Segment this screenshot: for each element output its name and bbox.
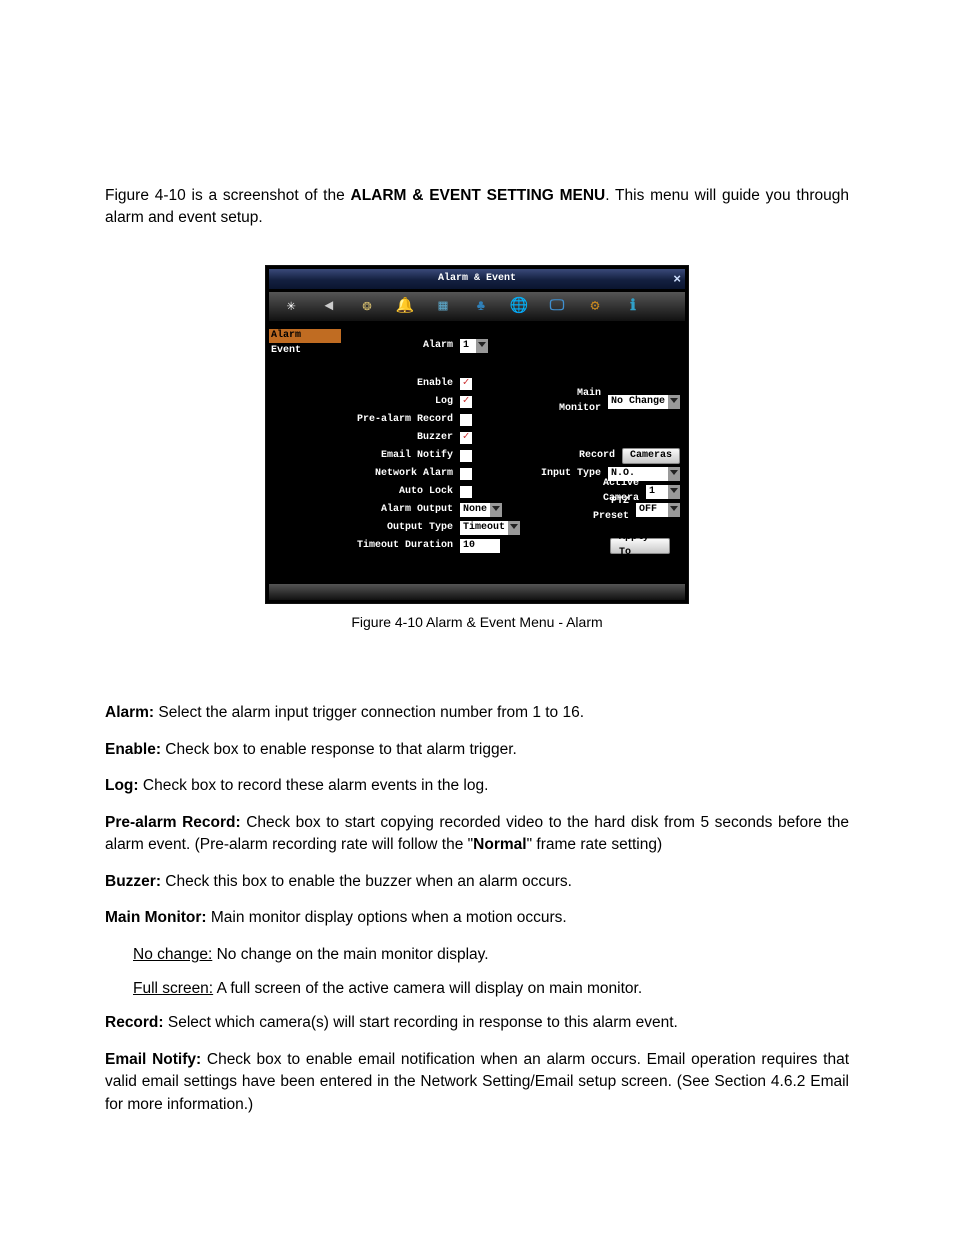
dialog-titlebar: Alarm & Event × bbox=[269, 269, 685, 289]
apply-to-button[interactable]: Apply To bbox=[610, 538, 670, 554]
desc-prealarm: Pre-alarm Record: Check box to start cop… bbox=[105, 812, 849, 857]
bell-icon[interactable]: 🔔 bbox=[389, 294, 421, 318]
search-icon[interactable]: ❂ bbox=[351, 294, 383, 318]
main-monitor-select[interactable]: No Change bbox=[608, 395, 680, 409]
prealarm-checkbox[interactable] bbox=[460, 414, 472, 426]
label-timeout: Timeout Duration bbox=[344, 539, 456, 554]
record-cameras-button[interactable]: Cameras bbox=[622, 448, 680, 464]
label-buzzer: Buzzer bbox=[344, 431, 456, 446]
enable-checkbox[interactable]: ✓ bbox=[460, 378, 472, 390]
label-ptz: PTZ Preset bbox=[578, 495, 632, 524]
dialog-main: Alarm 1 Enable ✓ Log ✓ Main Monitor No C… bbox=[344, 325, 688, 581]
label-network: Network Alarm bbox=[344, 467, 456, 482]
camera-icon[interactable]: ◄ bbox=[313, 294, 345, 318]
label-prealarm: Pre-alarm Record bbox=[344, 413, 456, 428]
desc-mainmon: Main Monitor: Main monitor display optio… bbox=[105, 907, 849, 929]
monitor-icon[interactable]: 🖵 bbox=[541, 294, 573, 318]
desc-nochange: No change: No change on the main monitor… bbox=[105, 944, 849, 966]
log-checkbox[interactable]: ✓ bbox=[460, 396, 472, 408]
ptz-select[interactable]: OFF bbox=[636, 503, 680, 517]
buzzer-checkbox[interactable]: ✓ bbox=[460, 432, 472, 444]
label-record: Record bbox=[546, 449, 618, 464]
label-autolock: Auto Lock bbox=[344, 485, 456, 500]
inputtype-select[interactable]: N.O. bbox=[608, 467, 680, 481]
motion-icon[interactable]: ✳ bbox=[275, 294, 307, 318]
intro-prefix: Figure 4-10 is a screenshot of the bbox=[105, 187, 351, 204]
network-icon[interactable]: ♣ bbox=[465, 294, 497, 318]
gear-icon[interactable]: ⚙ bbox=[579, 294, 611, 318]
alarm-event-dialog: Alarm & Event × ✳ ◄ ❂ 🔔 ▦ ♣ 🌐 🖵 ⚙ ℹ Alar… bbox=[265, 265, 689, 604]
desc-enable: Enable: Check box to enable response to … bbox=[105, 739, 849, 761]
email-checkbox[interactable] bbox=[460, 450, 472, 462]
desc-buzzer: Buzzer: Check this box to enable the buz… bbox=[105, 871, 849, 893]
network-checkbox[interactable] bbox=[460, 468, 472, 480]
autolock-checkbox[interactable] bbox=[460, 486, 472, 498]
info-icon[interactable]: ℹ bbox=[617, 294, 649, 318]
alarm-select[interactable]: 1 bbox=[460, 339, 488, 353]
figure-caption: Figure 4-10 Alarm & Event Menu - Alarm bbox=[105, 612, 849, 632]
desc-log: Log: Check box to record these alarm eve… bbox=[105, 775, 849, 797]
label-email: Email Notify bbox=[344, 449, 456, 464]
dialog-sidebar: Alarm Event bbox=[266, 325, 344, 581]
clock-icon[interactable]: ▦ bbox=[427, 294, 459, 318]
intro-text: Figure 4-10 is a screenshot of the ALARM… bbox=[105, 185, 849, 230]
label-alarmout: Alarm Output bbox=[344, 503, 456, 518]
close-icon[interactable]: × bbox=[673, 270, 681, 290]
intro-bold: ALARM & EVENT SETTING MENU bbox=[351, 187, 606, 204]
label-main-monitor: Main Monitor bbox=[532, 387, 604, 416]
sidebar-item-event[interactable]: Event bbox=[269, 344, 341, 359]
desc-email: Email Notify: Check box to enable email … bbox=[105, 1049, 849, 1116]
web-icon[interactable]: 🌐 bbox=[503, 294, 535, 318]
desc-record: Record: Select which camera(s) will star… bbox=[105, 1012, 849, 1034]
activecam-select[interactable]: 1 bbox=[646, 485, 680, 499]
label-outtype: Output Type bbox=[344, 521, 456, 536]
desc-alarm: Alarm: Select the alarm input trigger co… bbox=[105, 702, 849, 724]
dialog-footer bbox=[269, 584, 685, 600]
outtype-select[interactable]: Timeout bbox=[460, 521, 520, 535]
alarmout-select[interactable]: None bbox=[460, 503, 502, 517]
timeout-input[interactable]: 10 bbox=[460, 539, 500, 553]
label-log: Log bbox=[344, 395, 456, 410]
label-alarm: Alarm bbox=[344, 339, 456, 354]
dialog-title: Alarm & Event bbox=[438, 273, 516, 284]
dialog-toolbar: ✳ ◄ ❂ 🔔 ▦ ♣ 🌐 🖵 ⚙ ℹ bbox=[269, 292, 685, 322]
sidebar-item-alarm[interactable]: Alarm bbox=[269, 329, 341, 344]
desc-fullscreen: Full screen: A full screen of the active… bbox=[105, 978, 849, 1000]
label-enable: Enable bbox=[344, 377, 456, 392]
